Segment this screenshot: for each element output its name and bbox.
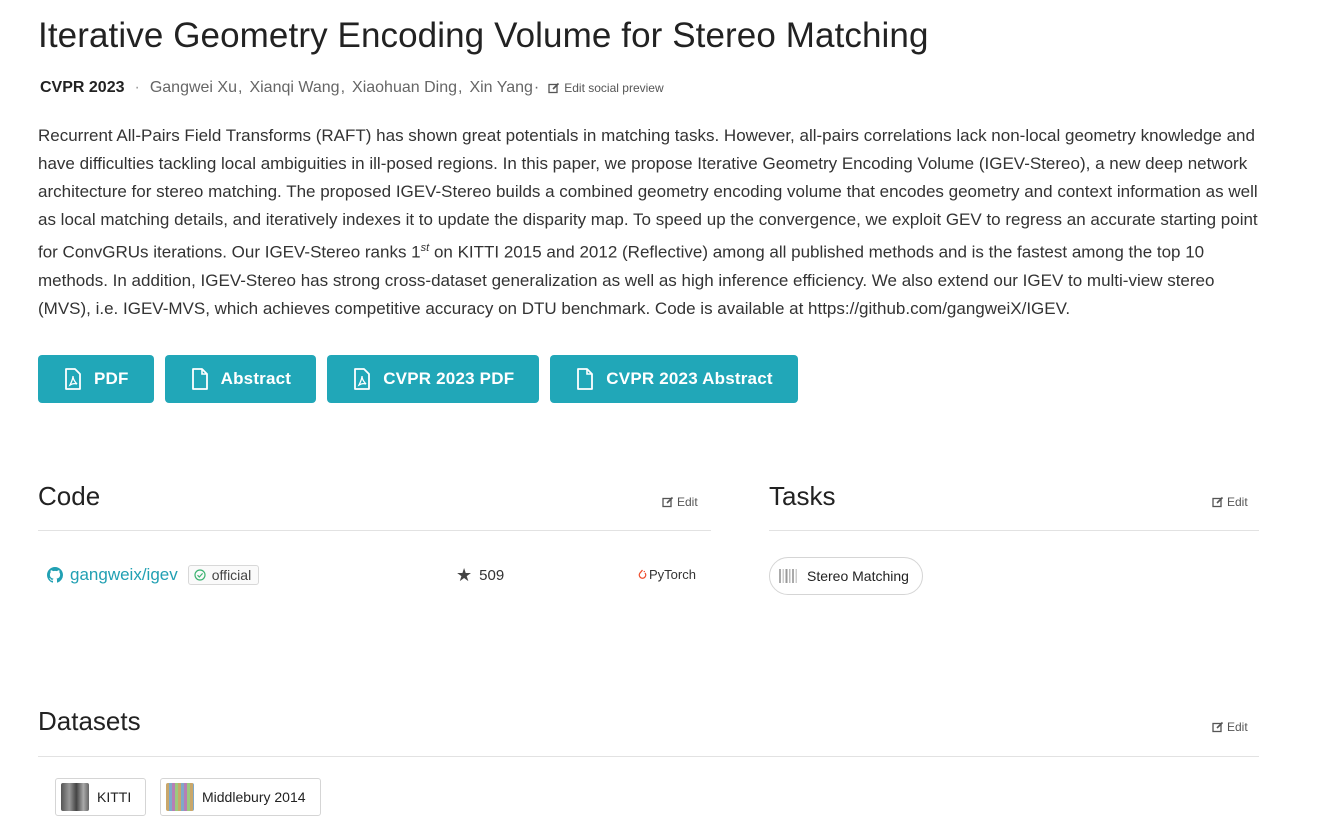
author-link[interactable]: Xiaohuan Ding <box>352 79 457 97</box>
abstract-button-label: Abstract <box>220 369 292 388</box>
author-separator: , <box>238 79 243 96</box>
author-link[interactable]: Xianqi Wang <box>249 79 339 97</box>
framework-label: PyTorch <box>638 567 696 582</box>
abstract-text: Recurrent All-Pairs Field Transforms (RA… <box>38 122 1263 323</box>
dataset-chip-label: Middlebury 2014 <box>202 789 306 805</box>
code-repo-row: gangweix/igev official <box>47 565 260 585</box>
pdf-button-label: PDF <box>94 369 129 388</box>
paper-meta: CVPR 2023 · Gangwei Xu, Xianqi Wang, Xia… <box>40 76 664 100</box>
github-icon <box>47 567 63 583</box>
star-count: 509 <box>479 567 505 584</box>
dataset-chip-kitti[interactable]: KITTI <box>55 778 147 816</box>
datasets-edit-label: Edit <box>1227 720 1248 734</box>
pdf-button[interactable]: PDF <box>38 355 154 403</box>
repo-link[interactable]: gangweix/igev <box>70 565 178 585</box>
paper-title: Iterative Geometry Encoding Volume for S… <box>38 16 929 55</box>
venue-pdf-button-label: CVPR 2023 PDF <box>383 369 515 388</box>
code-divider <box>38 530 711 531</box>
pdf-file-icon <box>354 368 371 390</box>
meta-separator: · <box>134 79 140 96</box>
code-edit-label: Edit <box>677 495 698 509</box>
framework-name: PyTorch <box>649 567 696 582</box>
tasks-edit-link[interactable]: Edit <box>1212 495 1248 509</box>
pdf-file-icon <box>65 368 81 390</box>
venue-label: CVPR 2023 <box>40 79 125 96</box>
task-chip-label: Stereo Matching <box>807 568 909 584</box>
edit-social-preview-label: Edit social preview <box>564 81 664 95</box>
abstract-button[interactable]: Abstract <box>164 355 317 403</box>
edit-icon <box>662 496 674 508</box>
tasks-edit-label: Edit <box>1227 495 1248 509</box>
repo-stars: ★ 509 <box>456 565 504 586</box>
edit-social-preview-link[interactable]: Edit social preview <box>548 81 664 95</box>
venue-pdf-button[interactable]: CVPR 2023 PDF <box>327 355 540 403</box>
file-icon <box>191 368 208 390</box>
file-icon <box>577 368 594 390</box>
edit-icon <box>1212 721 1224 733</box>
official-label: official <box>211 567 252 583</box>
star-icon: ★ <box>456 565 473 585</box>
task-chip-stereo-matching[interactable]: Stereo Matching <box>769 557 923 595</box>
abstract-superscript: st <box>420 242 430 254</box>
meta-separator: · <box>533 79 540 96</box>
tasks-heading: Tasks <box>769 481 836 511</box>
author-link[interactable]: Xin Yang <box>469 79 532 97</box>
check-circle-icon <box>194 569 206 581</box>
dataset-chip-middlebury[interactable]: Middlebury 2014 <box>160 778 321 816</box>
datasets-heading: Datasets <box>38 706 141 736</box>
middlebury-thumbnail <box>166 783 194 811</box>
dataset-chip-label: KITTI <box>97 789 132 805</box>
pytorch-icon <box>638 569 647 579</box>
code-heading: Code <box>38 481 101 511</box>
edit-icon <box>548 82 560 94</box>
datasets-divider <box>38 756 1259 757</box>
tasks-divider <box>769 530 1259 531</box>
author-separator: , <box>340 79 346 96</box>
official-badge: official <box>187 565 260 585</box>
venue-abstract-button-label: CVPR 2023 Abstract <box>606 369 773 388</box>
datasets-edit-link[interactable]: Edit <box>1212 720 1248 734</box>
kitti-thumbnail <box>61 783 89 811</box>
author-separator: , <box>458 79 463 96</box>
edit-icon <box>1212 496 1224 508</box>
stereo-matching-thumbnail-icon <box>779 569 797 583</box>
abstract-part-1: Recurrent All-Pairs Field Transforms (RA… <box>38 126 1258 262</box>
code-edit-link[interactable]: Edit <box>662 495 698 509</box>
author-link[interactable]: Gangwei Xu <box>150 79 237 97</box>
paper-buttons: PDF Abstract CVPR 2023 PDF CVPR 2023 Abs… <box>38 355 798 403</box>
venue-abstract-button[interactable]: CVPR 2023 Abstract <box>550 355 798 403</box>
